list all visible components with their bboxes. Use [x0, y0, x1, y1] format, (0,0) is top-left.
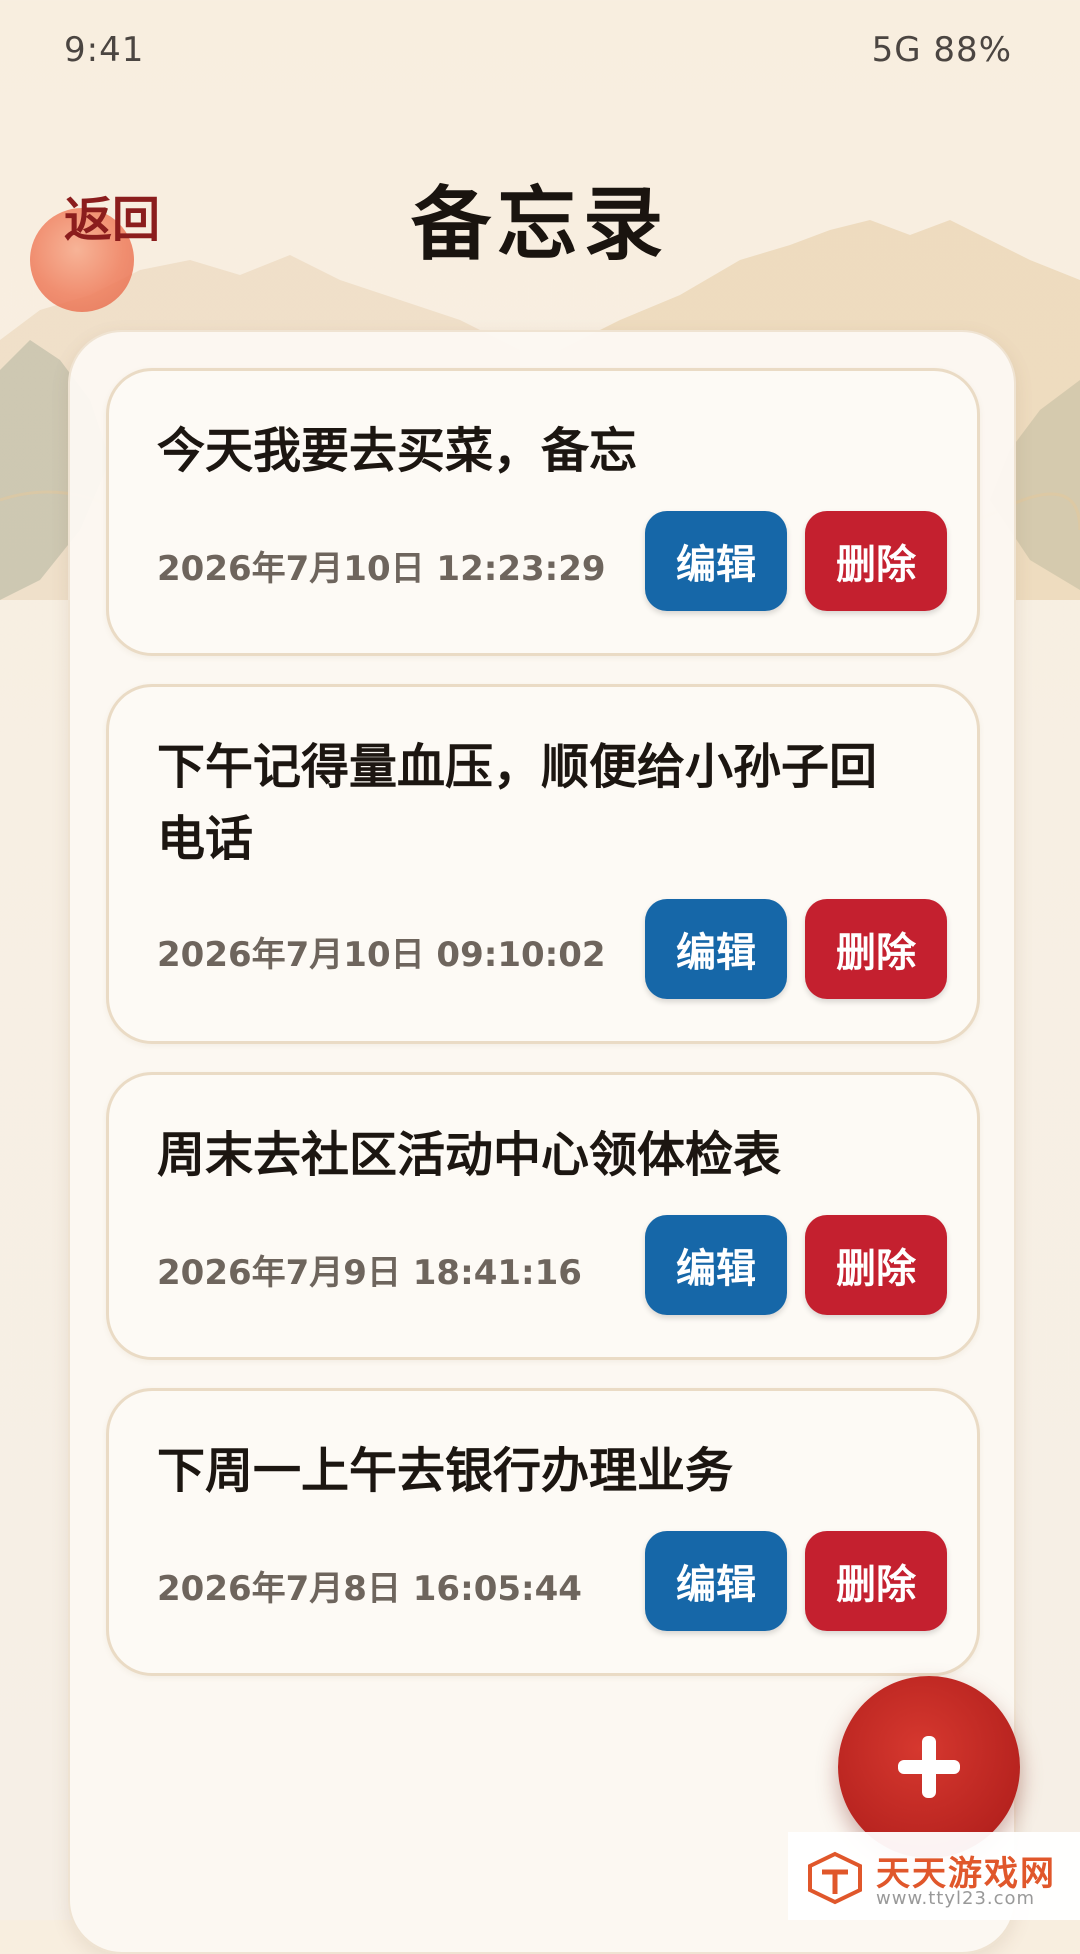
memo-text: 今天我要去买菜，备忘	[157, 423, 638, 479]
memo-card[interactable]: 周末去社区活动中心领体检表 2026年7月9日 18:41:16 编辑 删除	[106, 1072, 980, 1360]
status-network-battery: 5G 88%	[871, 30, 1012, 70]
edit-button[interactable]: 编辑	[645, 899, 787, 999]
watermark-url: www.ttyl23.com	[876, 1888, 1036, 1909]
memo-card[interactable]: 今天我要去买菜，备忘 2026年7月10日 12:23:29 编辑 删除	[106, 368, 980, 656]
status-bar: 9:41 5G 88%	[0, 0, 1080, 110]
watermark: 天天游戏网 www.ttyl23.com	[788, 1832, 1080, 1920]
page-title: 备忘录	[411, 178, 669, 271]
edit-button[interactable]: 编辑	[645, 1215, 787, 1315]
add-memo-button[interactable]	[838, 1676, 1020, 1858]
status-time: 9:41	[64, 30, 145, 70]
memo-card[interactable]: 下周一上午去银行办理业务 2026年7月8日 16:05:44 编辑 删除	[106, 1388, 980, 1676]
delete-button[interactable]: 删除	[805, 511, 947, 611]
delete-button[interactable]: 删除	[805, 899, 947, 999]
delete-button[interactable]: 删除	[805, 1531, 947, 1631]
memo-timestamp: 2026年7月10日 09:10:02	[157, 935, 606, 975]
memo-text: 周末去社区活动中心领体检表	[157, 1127, 782, 1183]
watermark-logo-icon	[808, 1851, 862, 1905]
memo-timestamp: 2026年7月9日 18:41:16	[157, 1253, 582, 1293]
edit-button[interactable]: 编辑	[645, 511, 787, 611]
memo-timestamp: 2026年7月10日 12:23:29	[157, 549, 606, 589]
memo-text: 下周一上午去银行办理业务	[157, 1443, 734, 1499]
edit-button[interactable]: 编辑	[645, 1531, 787, 1631]
memo-card[interactable]: 下午记得量血压，顺便给小孙子回电话 2026年7月10日 09:10:02 编辑…	[106, 684, 980, 1044]
memo-timestamp: 2026年7月8日 16:05:44	[157, 1569, 582, 1609]
memo-text: 下午记得量血压，顺便给小孙子回电话	[157, 739, 878, 867]
delete-button[interactable]: 删除	[805, 1215, 947, 1315]
